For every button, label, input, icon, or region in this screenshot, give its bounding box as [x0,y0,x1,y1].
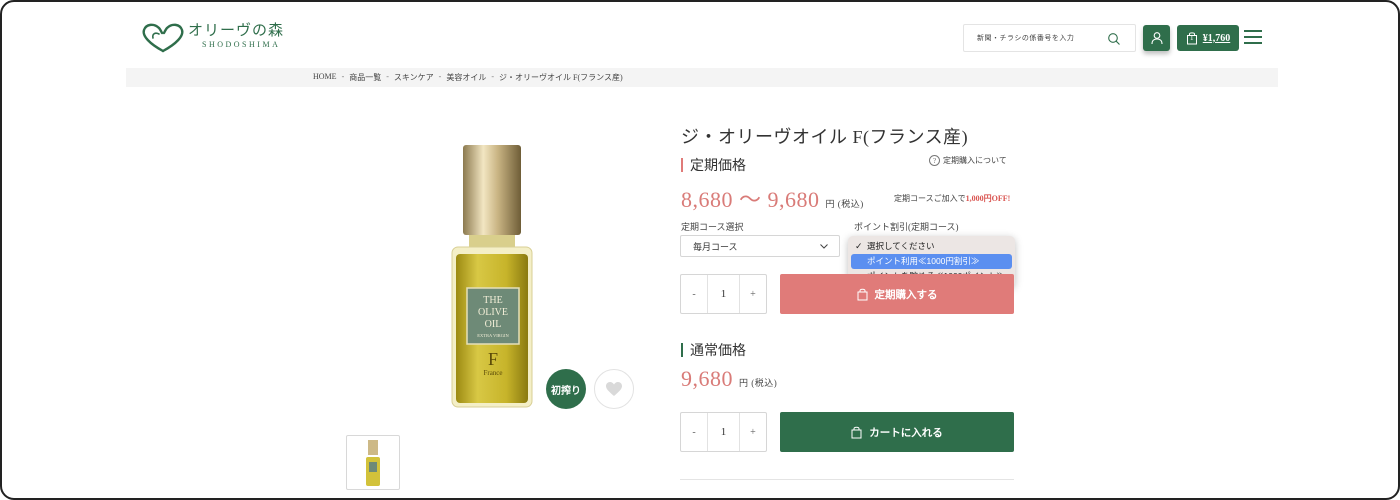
logo-title: オリーヴの森 [188,23,285,39]
add-to-cart-button[interactable]: カートに入れる [780,412,1014,452]
cart-icon: 1 [1186,31,1198,45]
browser-frame: オリーヴの森 SHODOSHIMA 新聞・チラシの係番号を入力 1 ¥1,760 [0,0,1400,500]
quantity-value[interactable]: 1 [707,413,740,451]
bag-icon [857,288,867,300]
breadcrumb-skincare[interactable]: スキンケア [394,72,434,83]
favorite-button[interactable] [594,369,634,409]
olive-heart-logo-icon [142,23,184,53]
search-icon[interactable] [1107,32,1121,46]
subscription-quantity-stepper: - 1 + [680,274,767,314]
subscription-tax-label: 円 (税込) [825,199,864,209]
breadcrumb-separator: - [491,72,495,81]
product-thumbnail[interactable] [346,435,400,490]
cart-count: 1 [1190,34,1194,42]
breadcrumb-home[interactable]: HOME [313,72,337,83]
breadcrumb: HOME - 商品一覧 - スキンケア - 美容オイル - ジ・オリーヴオイル … [313,72,623,83]
subscription-price: 8,680 〜 9,680 円 (税込) [681,182,864,214]
subscription-heading: 定期価格 [681,155,746,175]
regular-heading: 通常価格 [681,340,746,360]
points-select-label: ポイント割引(定期コース) [854,222,959,232]
regular-price-value: 9,680 [681,366,733,391]
search-placeholder: 新聞・チラシの係番号を入力 [977,34,1075,42]
site-logo[interactable]: オリーヴの森 SHODOSHIMA [140,22,284,54]
regular-tax-label: 円 (税込) [739,378,778,388]
quantity-plus-button[interactable]: + [740,275,766,313]
bag-icon [851,426,862,438]
quantity-minus-button[interactable]: - [681,275,707,313]
thumbnail-bottle-image [366,439,380,486]
course-select[interactable]: 毎月コース [680,235,840,257]
section-divider [680,479,1014,480]
discount-note-highlight: 1,000円OFF! [965,194,1011,203]
discount-note: 定期コースご加入で1,000円OFF! [894,193,1010,204]
breadcrumb-separator: - [341,72,345,81]
product-title: ジ・オリーヴオイル F(フランス産) [681,127,969,147]
bottle-origin: France [483,369,502,377]
product-bottle-image: THE OLIVE OIL EXTRA VIRGIN F France [451,145,533,408]
breadcrumb-products[interactable]: 商品一覧 [349,72,381,83]
breadcrumb-separator: - [386,72,389,81]
heading-accent-bar [681,343,683,357]
subscribe-button-label: 定期購入する [874,289,938,301]
regular-heading-label: 通常価格 [690,344,746,359]
breadcrumb-bar [126,68,1278,87]
points-option-use[interactable]: ポイント利用≪1000円割引≫ [851,254,1012,269]
bottle-label-line-1: THE [483,295,502,306]
search-input[interactable]: 新聞・チラシの係番号を入力 [963,24,1136,52]
discount-note-prefix: 定期コースご加入で [894,194,966,203]
heart-icon [606,382,622,396]
subscribe-button[interactable]: 定期購入する [780,274,1014,314]
regular-price: 9,680 円 (税込) [681,366,777,392]
user-icon [1150,32,1163,45]
course-select-label: 定期コース選択 [681,222,744,232]
bottle-label-line-3: OIL [485,319,502,330]
heading-accent-bar [681,158,683,172]
add-to-cart-label: カートに入れる [869,427,943,439]
subscription-price-value: 8,680 〜 9,680 [681,187,820,212]
points-option-none[interactable]: 選択してください [851,239,1012,254]
bottle-label-line-2: OLIVE [478,307,508,318]
breadcrumb-beauty-oil[interactable]: 美容オイル [446,72,486,83]
subscription-heading-label: 定期価格 [690,159,746,174]
cart-amount: ¥1,760 [1202,32,1231,44]
question-icon: ? [929,155,940,166]
subscription-help-label: 定期購入について [943,156,1007,165]
bottle-label-sub: EXTRA VIRGIN [477,333,509,338]
cart-button[interactable]: 1 ¥1,760 [1177,25,1239,51]
quantity-plus-button[interactable]: + [740,413,766,451]
chevron-down-icon [820,244,828,249]
quantity-minus-button[interactable]: - [681,413,707,451]
course-select-value: 毎月コース [693,241,738,252]
logo-subtitle: SHODOSHIMA [202,40,281,49]
bottle-letter: F [488,349,498,369]
breadcrumb-current: ジ・オリーヴオイル F(フランス産) [499,73,623,82]
subscription-help-link[interactable]: ? 定期購入について [929,155,1007,166]
quantity-value[interactable]: 1 [707,275,740,313]
hamburger-menu-icon[interactable] [1244,30,1262,44]
account-button[interactable] [1143,25,1170,51]
breadcrumb-separator: - [438,72,442,81]
regular-quantity-stepper: - 1 + [680,412,767,452]
first-press-badge: 初搾り [546,369,586,409]
